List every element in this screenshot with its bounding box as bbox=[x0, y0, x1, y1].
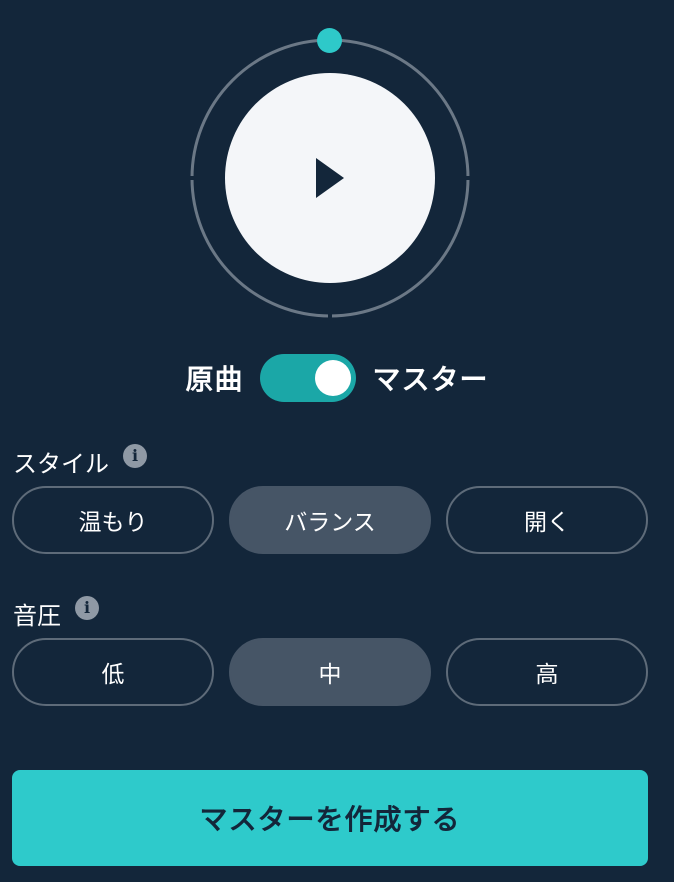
loudness-section-title: 音圧 i bbox=[13, 595, 99, 631]
style-title: スタイル bbox=[13, 450, 109, 478]
master-toggle-row: 原曲 マスター bbox=[0, 352, 674, 404]
toggle-label-master: マスター bbox=[372, 363, 489, 396]
play-icon bbox=[316, 158, 344, 198]
loudness-info-icon[interactable]: i bbox=[75, 595, 99, 620]
loudness-title: 音圧 bbox=[13, 602, 61, 630]
loudness-option-medium[interactable]: 中 bbox=[229, 638, 431, 706]
loudness-options: 低 中 高 bbox=[12, 638, 648, 706]
progress-handle[interactable] bbox=[317, 28, 342, 53]
style-section-title: スタイル i bbox=[13, 443, 147, 479]
play-button[interactable] bbox=[225, 73, 435, 283]
create-master-button[interactable]: マスターを作成する bbox=[12, 770, 648, 866]
style-options: 温もり バランス 開く bbox=[12, 486, 648, 554]
style-info-icon[interactable]: i bbox=[123, 443, 147, 468]
loudness-option-low[interactable]: 低 bbox=[12, 638, 214, 706]
style-option-open[interactable]: 開く bbox=[446, 486, 648, 554]
style-option-warm[interactable]: 温もり bbox=[12, 486, 214, 554]
loudness-option-high[interactable]: 高 bbox=[446, 638, 648, 706]
audio-player bbox=[189, 28, 471, 319]
toggle-thumb bbox=[314, 360, 351, 396]
toggle-label-original: 原曲 bbox=[185, 363, 244, 396]
style-option-balance[interactable]: バランス bbox=[229, 486, 431, 554]
master-toggle[interactable] bbox=[259, 354, 356, 402]
